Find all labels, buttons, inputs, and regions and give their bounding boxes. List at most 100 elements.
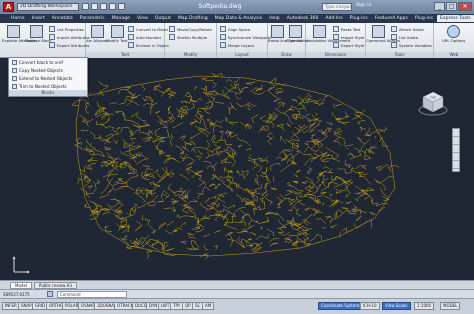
- tab-parametric[interactable]: Parametric: [77, 15, 108, 22]
- list-xdata-label: List Xdata: [399, 34, 418, 40]
- enclose-in-object-button[interactable]: Enclose in Object: [128, 41, 169, 49]
- replace-block-button[interactable]: Replace Block: [25, 25, 52, 43]
- close-command-icon[interactable]: [47, 291, 53, 297]
- model-space-toggle[interactable]: MODEL: [440, 302, 461, 310]
- super-hatch-button[interactable]: Super Hatch: [286, 25, 310, 43]
- orbit-icon[interactable]: [453, 155, 459, 161]
- stretch-multiple-button[interactable]: Stretch Multiple: [169, 33, 212, 41]
- application-menu-button[interactable]: A: [3, 2, 14, 12]
- trim-to-nested-objects-item[interactable]: Trim to Nested Objects: [9, 82, 87, 90]
- map-line: [381, 176, 394, 183]
- map-line: [212, 81, 217, 89]
- tab-express-tools[interactable]: Express Tools: [436, 15, 474, 22]
- copy-nested-objects-item[interactable]: Copy Nested Objects: [9, 66, 87, 74]
- tab-map-data-analysis[interactable]: Map Data & Analysis: [212, 15, 266, 22]
- tab-featured-apps[interactable]: Featured Apps: [372, 15, 411, 22]
- map-line: [223, 211, 230, 227]
- map-line: [86, 139, 92, 146]
- tab-model[interactable]: Model: [10, 281, 33, 289]
- map-line: [369, 211, 377, 216]
- tab-home[interactable]: Home: [8, 15, 28, 22]
- map-line: [127, 127, 134, 136]
- tab-add-ins[interactable]: Add-Ins: [322, 15, 345, 22]
- system-variables-button[interactable]: System Variables: [391, 41, 432, 49]
- tab-view[interactable]: View: [134, 15, 151, 22]
- minimize-button[interactable]: _: [434, 2, 445, 11]
- map-line: [115, 127, 121, 131]
- merge-layout-button[interactable]: Merge Layout: [220, 41, 271, 49]
- new-icon[interactable]: [82, 3, 89, 10]
- explode-attributes-button[interactable]: Explode Attributes: [2, 25, 37, 43]
- undo-icon[interactable]: [109, 3, 116, 10]
- list-xdata-button[interactable]: List Xdata: [391, 33, 432, 41]
- blocks-panel-title[interactable]: Blocks: [9, 90, 87, 96]
- attach-xdata-button[interactable]: Attach Xdata: [391, 25, 432, 33]
- workspace-selector[interactable]: 2D Drafting Workspace: [17, 3, 79, 11]
- tab-output[interactable]: Output: [152, 15, 174, 22]
- command-input[interactable]: Command: [57, 290, 127, 298]
- command-aliases-button[interactable]: Command Aliases: [366, 25, 400, 43]
- tab-manage[interactable]: Manage: [109, 15, 133, 22]
- search-input[interactable]: Type a keyword: [322, 3, 352, 11]
- maximize-button[interactable]: □: [446, 2, 457, 11]
- view-scale-label[interactable]: View Scale:: [382, 302, 411, 310]
- close-button[interactable]: ✕: [458, 2, 472, 11]
- pan-icon[interactable]: [453, 139, 459, 145]
- document-title: Softpedia.dwg: [198, 3, 242, 10]
- import-style-button[interactable]: Import Style: [333, 33, 364, 41]
- break-line-label: Break-line Symbol: [268, 38, 303, 43]
- align-space-button[interactable]: Align Space: [220, 25, 271, 33]
- map-line: [234, 77, 240, 83]
- open-icon[interactable]: [91, 3, 98, 10]
- map-line: [211, 195, 217, 199]
- reset-text-button[interactable]: Reset Text: [333, 25, 364, 33]
- tab-insert[interactable]: Insert: [29, 15, 48, 22]
- viewcube[interactable]: TOP: [418, 88, 448, 118]
- auto-number-button[interactable]: Auto Number: [128, 33, 169, 41]
- convert-to-mtext-button[interactable]: Convert to Mtext: [128, 25, 169, 33]
- export-style-button[interactable]: Export Style: [333, 41, 364, 49]
- map-line: [167, 183, 181, 197]
- sign-in-link[interactable]: Sign In: [356, 3, 371, 8]
- tab-plug-ins[interactable]: Plug-ins: [347, 15, 371, 22]
- tab-help[interactable]: Help: [266, 15, 282, 22]
- steering-wheel-icon[interactable]: [453, 131, 459, 137]
- map-line: [114, 186, 123, 191]
- save-icon[interactable]: [100, 3, 107, 10]
- break-line-symbol-button[interactable]: Break-line Symbol: [268, 25, 303, 43]
- map-line: [155, 127, 168, 138]
- map-line: [240, 86, 249, 93]
- coordinate-system-label[interactable]: Coordinate System:: [318, 302, 364, 310]
- zoom-icon[interactable]: [453, 147, 459, 153]
- tab-autodesk-360[interactable]: Autodesk 360: [284, 15, 322, 22]
- tab-annotate[interactable]: Annotate: [49, 15, 76, 22]
- extend-to-nested-objects-item[interactable]: Extend to Nested Objects: [9, 74, 87, 82]
- convert-block-to-xref-item[interactable]: Convert block to xref: [9, 58, 87, 66]
- convert-block-label: Convert block to xref: [19, 59, 64, 65]
- import-attributes-button[interactable]: Import Attributes: [49, 33, 90, 41]
- tools-small-buttons: Attach Xdata List Xdata System Variables: [391, 25, 432, 49]
- url-options-button[interactable]: URL Options: [442, 25, 465, 43]
- redo-icon[interactable]: [118, 3, 125, 10]
- export-attributes-button[interactable]: Export Attributes: [49, 41, 90, 49]
- status-am[interactable]: AM: [202, 302, 215, 310]
- move-copy-rotate-button[interactable]: Move/Copy/Rotate: [169, 25, 212, 33]
- annotation-attachment-button[interactable]: Annotation Attachment: [306, 25, 350, 43]
- tab-plug-ins-2[interactable]: Plug-ins: [412, 15, 436, 22]
- view-scale-value[interactable]: 1:1000: [414, 302, 435, 310]
- showmotion-icon[interactable]: [453, 163, 459, 169]
- map-line: [173, 227, 183, 232]
- map-line: [318, 95, 329, 106]
- tab-public-review[interactable]: Public review A3: [34, 281, 77, 289]
- arc-aligned-button[interactable]: Arc Aligned: [86, 25, 108, 43]
- modify-text-button[interactable]: Modify Text: [106, 25, 128, 43]
- map-line: [214, 101, 225, 104]
- coordinate-system-value[interactable]: ICH-10: [360, 302, 380, 310]
- list-properties-button[interactable]: List Properties: [49, 25, 90, 33]
- map-line: [266, 228, 274, 236]
- map-line: [317, 173, 326, 181]
- map-line: [239, 221, 246, 227]
- tab-map-drafting[interactable]: Map Drafting: [175, 15, 211, 22]
- synchronize-viewports-button[interactable]: Synchronize Viewports: [220, 33, 271, 41]
- map-line: [292, 111, 300, 120]
